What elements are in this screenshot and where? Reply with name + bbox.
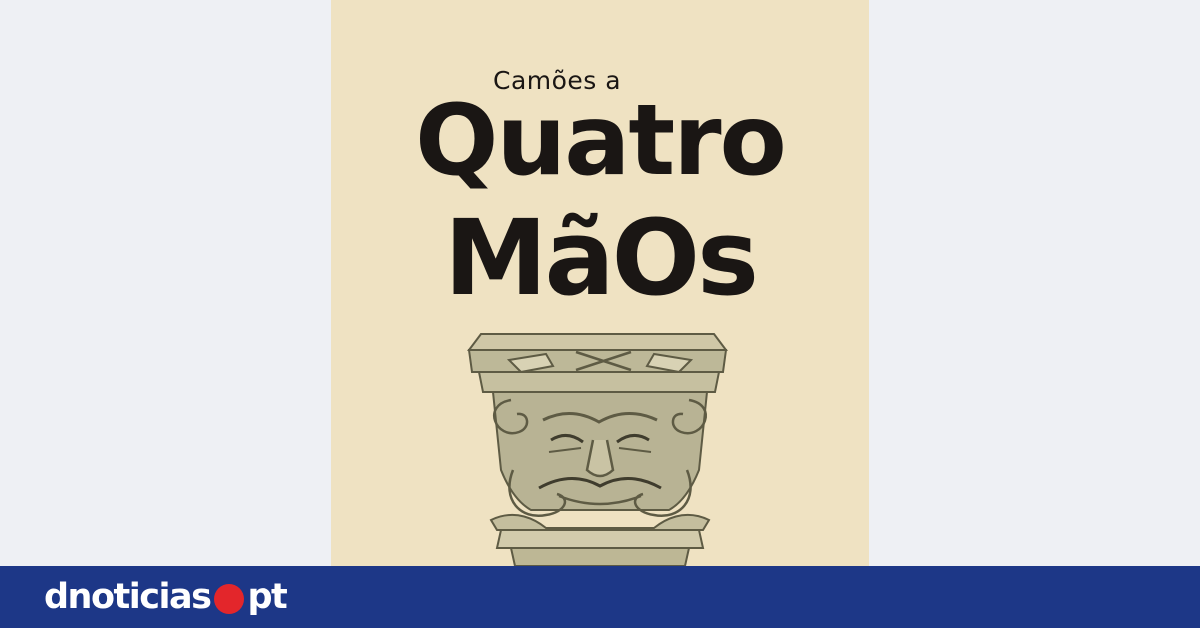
- logo-text-left: dnoticias: [44, 577, 212, 617]
- carved-capital-illustration: [467, 333, 728, 566]
- logo-red-dot-icon: [214, 584, 245, 614]
- logo-text-right: pt: [247, 577, 287, 617]
- site-logo[interactable]: dnoticias pt: [44, 576, 288, 618]
- footer-bar: dnoticias pt: [0, 566, 1200, 628]
- poster-image: Camões a Quatro MãOs: [331, 0, 869, 566]
